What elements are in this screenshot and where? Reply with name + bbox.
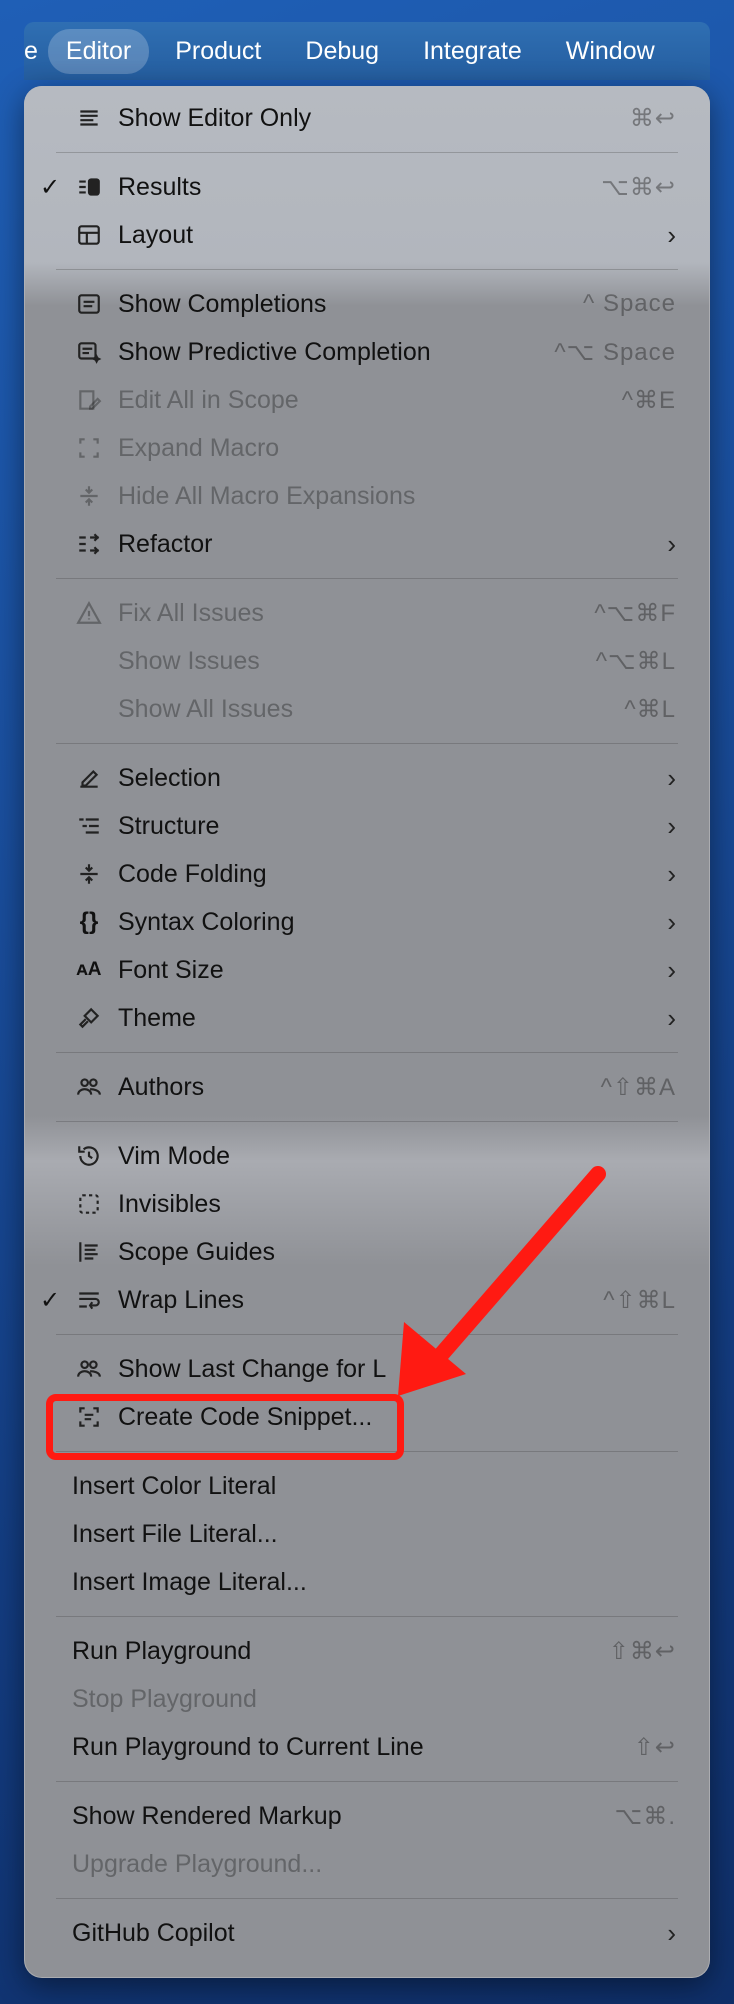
annotation-arrow-icon (398, 1166, 606, 1396)
